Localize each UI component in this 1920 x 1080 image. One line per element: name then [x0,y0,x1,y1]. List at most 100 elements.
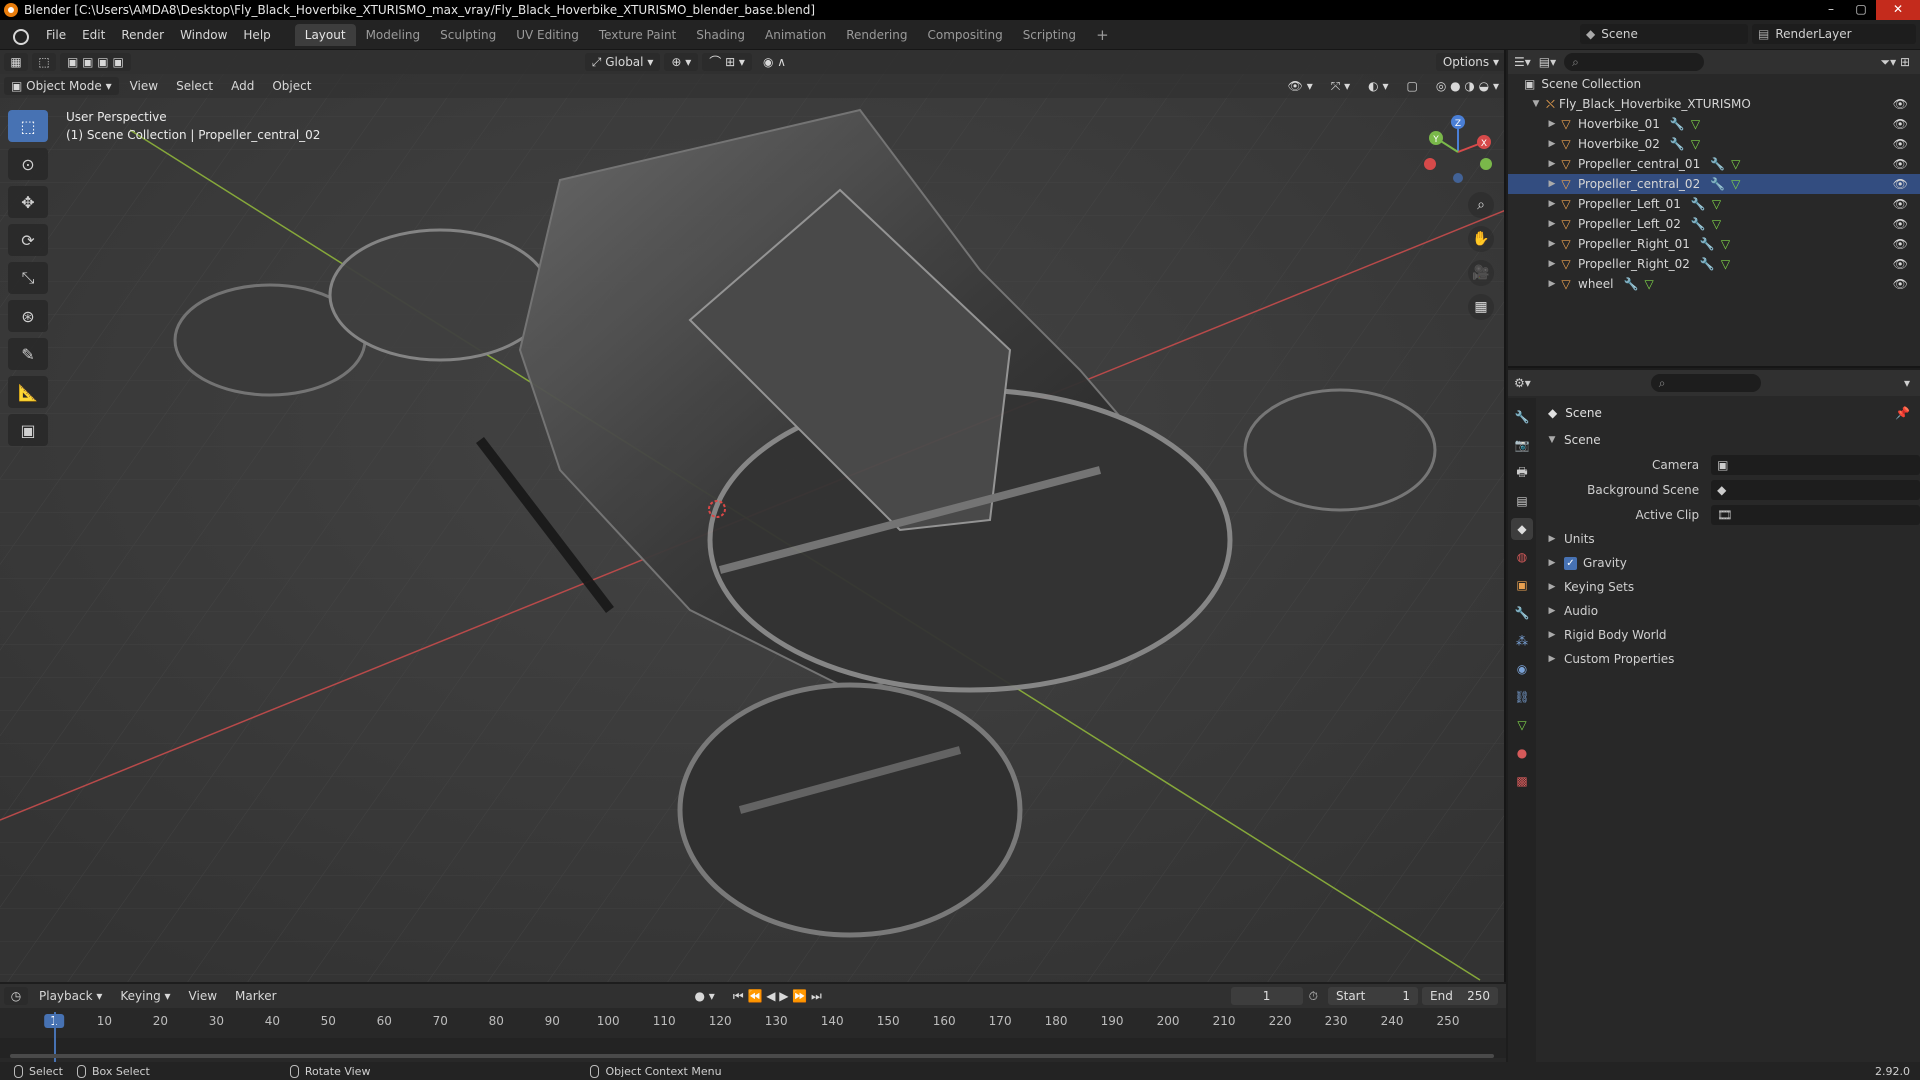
editor-type-icon[interactable]: ▦ [4,53,28,71]
tab-texture-paint[interactable]: Texture Paint [589,24,686,46]
xray-toggle-icon[interactable]: ▢ [1399,77,1424,95]
scale-icon[interactable]: ⤡ [8,262,48,294]
modifier-icon[interactable]: 🔧 [1691,197,1706,211]
menu-file[interactable]: File [38,28,74,42]
minimize-button[interactable]: – [1816,0,1846,20]
stopwatch-icon[interactable]: ⏱ [1309,989,1318,1004]
properties-editor-icon[interactable]: ⚙▾ [1514,376,1531,390]
outliner-object-row[interactable]: ▶ ▽ Propeller_Right_01 🔧 ▽ 👁 [1508,234,1920,254]
outliner-scene-collection[interactable]: ▣ Scene Collection [1508,74,1920,94]
playback-controls-icon[interactable]: ⏮ ⏪ ◀ ▶ ⏩ ⏭ [726,987,829,1005]
modifier-icon[interactable]: 🔧 [1670,117,1685,131]
scene-panel-header[interactable]: ▼ Scene [1538,428,1920,452]
mesh-data-icon[interactable]: ▽ [1731,157,1740,171]
transform-icon[interactable]: ⊛ [8,300,48,332]
custom-properties-panel[interactable]: ▶ Custom Properties [1538,647,1920,671]
visibility-eye-icon[interactable]: 👁 [1893,257,1908,271]
ortho-grid-icon[interactable]: ▦ [1468,294,1494,320]
cursor-icon[interactable]: ⊙ [8,148,48,180]
tab-modeling[interactable]: Modeling [356,24,431,46]
menu-select[interactable]: Select [169,77,220,95]
close-button[interactable]: ✕ [1876,0,1920,20]
visibility-eye-icon[interactable]: 👁 [1893,217,1908,231]
snap-icon[interactable]: ⌒ ⊞ ▾ [702,53,752,71]
mesh-data-icon[interactable]: ▽ [1712,197,1721,211]
mesh-data-icon[interactable]: ▽ [1731,177,1740,191]
current-frame-field[interactable]: 1 [1230,987,1303,1005]
expand-arrow-icon[interactable]: ▶ [1546,219,1558,229]
visibility-eye-icon[interactable]: 👁 [1893,177,1908,191]
outliner-object-row[interactable]: ▶ ▽ Propeller_Left_01 🔧 ▽ 👁 [1508,194,1920,214]
menu-view[interactable]: View [123,77,165,95]
expand-arrow-icon[interactable]: ▶ [1546,279,1558,289]
menu-edit[interactable]: Edit [74,28,113,42]
menu-help[interactable]: Help [235,28,278,42]
rigid-body-world-panel[interactable]: ▶ Rigid Body World [1538,623,1920,647]
modifier-icon[interactable]: 🔧 [1691,217,1706,231]
data-tab-icon[interactable]: ▽ [1511,714,1533,736]
audio-panel[interactable]: ▶ Audio [1538,599,1920,623]
expand-arrow-icon[interactable]: ▶ [1546,199,1558,209]
menu-keying[interactable]: Keying ▾ [113,987,177,1005]
tab-animation[interactable]: Animation [755,24,836,46]
tool-tab-icon[interactable]: 🔧 [1511,406,1533,428]
tab-sculpting[interactable]: Sculpting [430,24,506,46]
expand-arrow-icon[interactable]: ▶ [1546,159,1558,169]
filter-icon[interactable]: ⏷▾ ⊞ [1881,55,1911,70]
tab-compositing[interactable]: Compositing [917,24,1012,46]
pivot-point-icon[interactable]: ⊕ ▾ [664,53,699,71]
modifier-icon[interactable]: 🔧 [1700,237,1715,251]
view-layer-tab-icon[interactable]: ▤ [1511,490,1533,512]
visibility-eye-icon[interactable]: 👁 [1893,237,1908,251]
outliner-object-row[interactable]: ▶ ▽ Hoverbike_01 🔧 ▽ 👁 [1508,114,1920,134]
properties-search-input[interactable]: ⌕ [1650,374,1761,392]
outliner-object-row[interactable]: ▶ ▽ wheel 🔧 ▽ 👁 [1508,274,1920,294]
texture-tab-icon[interactable]: ▩ [1511,770,1533,792]
add-cube-icon[interactable]: ▣ [8,414,48,446]
maximize-button[interactable]: ▢ [1846,0,1876,20]
particles-tab-icon[interactable]: ⁂ [1511,630,1533,652]
timeline-scrollbar[interactable] [10,1054,1494,1058]
gizmo-toggle-icon[interactable]: ⤧ ▾ [1324,77,1357,95]
material-tab-icon[interactable]: ● [1511,742,1533,764]
outliner-search-input[interactable]: ⌕ [1564,53,1705,71]
tab-scripting[interactable]: Scripting [1013,24,1086,46]
mesh-data-icon[interactable]: ▽ [1721,237,1730,251]
selection-mode-icon[interactable]: ▣ ▣ ▣ ▣ [60,53,131,71]
visibility-eye-icon[interactable]: 👁 [1893,157,1908,171]
outliner-object-row[interactable]: ▶ ▽ Hoverbike_02 🔧 ▽ 👁 [1508,134,1920,154]
camera-view-icon[interactable]: 🎥 [1468,260,1494,286]
render-tab-icon[interactable]: 📷 [1511,434,1533,456]
tab-layout[interactable]: Layout [294,23,356,46]
blender-menu-icon[interactable] [10,27,29,45]
modifier-icon[interactable]: 🔧 [1710,157,1725,171]
camera-field[interactable]: ▣ [1711,454,1920,475]
keying-sets-panel[interactable]: ▶ Keying Sets [1538,575,1920,599]
outliner-object-row[interactable]: ▶ ▽ Propeller_Left_02 🔧 ▽ 👁 [1508,214,1920,234]
background-scene-field[interactable]: ◆ [1711,479,1920,500]
modifier-icon[interactable]: 🔧 [1710,177,1725,191]
output-tab-icon[interactable]: 🖶 [1511,462,1533,484]
expand-arrow-icon[interactable]: ▶ [1546,239,1558,249]
gravity-checkbox[interactable]: ✓ [1564,556,1577,570]
visibility-eye-icon[interactable]: 👁 [1893,97,1908,111]
transform-orientation-dropdown[interactable]: ⤢ Global ▾ [584,53,661,71]
modifier-tab-icon[interactable]: 🔧 [1511,602,1533,624]
tab-uv-editing[interactable]: UV Editing [506,24,589,46]
pan-hand-icon[interactable]: ✋ [1468,226,1494,252]
outliner-object-row[interactable]: ▶ ▽ Propeller_central_02 🔧 ▽ 👁 [1508,174,1920,194]
mesh-data-icon[interactable]: ▽ [1691,117,1700,131]
proportional-edit-icon[interactable]: ◉ ∧ [756,53,793,71]
world-tab-icon[interactable]: ◍ [1511,546,1533,568]
measure-icon[interactable]: 📐 [8,376,48,408]
menu-object[interactable]: Object [265,77,318,95]
constraints-tab-icon[interactable]: ⛓ [1511,686,1533,708]
zoom-icon[interactable]: ⌕ [1468,192,1494,218]
annotate-icon[interactable]: ✎ [8,338,48,370]
units-panel[interactable]: ▶ Units [1538,527,1920,551]
outliner-collection[interactable]: ▼ ⛌ Fly_Black_Hoverbike_XTURISMO 👁 [1508,94,1920,114]
expand-arrow-icon[interactable]: ▶ [1546,259,1558,269]
rotate-icon[interactable]: ⟳ [8,224,48,256]
visibility-eye-icon[interactable]: 👁 [1893,197,1908,211]
menu-add[interactable]: Add [224,77,261,95]
